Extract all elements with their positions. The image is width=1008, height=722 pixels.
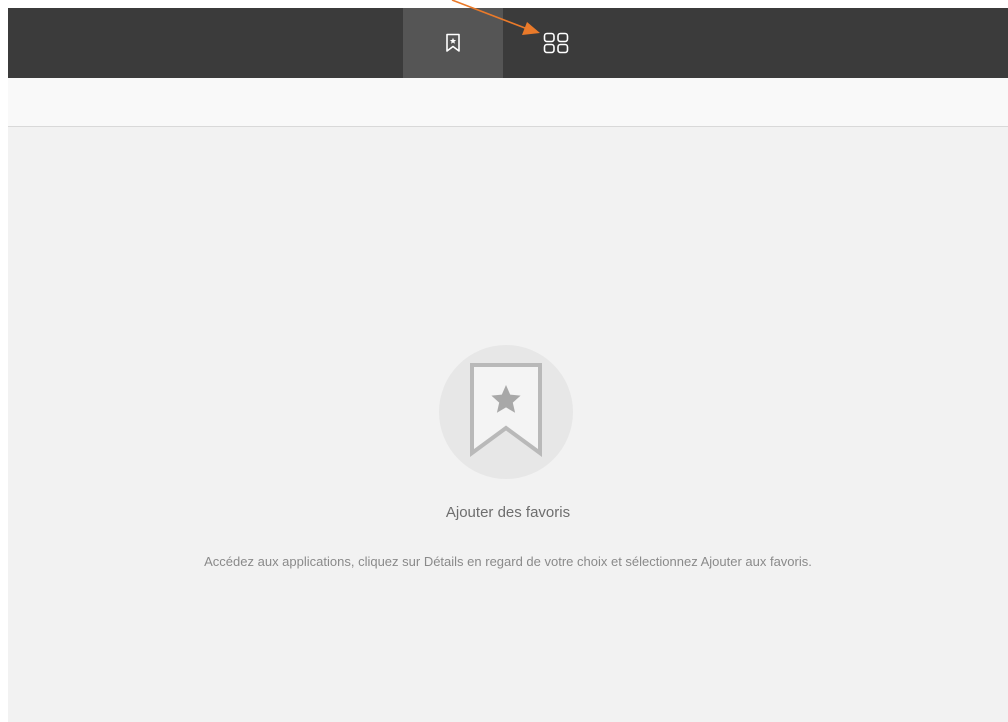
top-navigation-bar <box>8 8 1008 78</box>
favorites-empty-state: Ajouter des favoris Accédez aux applicat… <box>8 127 1008 722</box>
empty-state-illustration <box>439 345 573 479</box>
bookmark-star-icon <box>446 33 460 52</box>
tab-favorites[interactable] <box>403 8 503 78</box>
empty-state-title: Ajouter des favoris <box>445 504 571 521</box>
grid-icon <box>543 32 569 54</box>
bookmark-star-icon <box>470 363 542 457</box>
empty-state-description: Accédez aux applications, cliquez sur Dé… <box>204 554 812 569</box>
tab-applications[interactable] <box>508 8 604 78</box>
toolbar-strip <box>8 78 1008 127</box>
app-window: Ajouter des favoris Accédez aux applicat… <box>8 8 1008 722</box>
